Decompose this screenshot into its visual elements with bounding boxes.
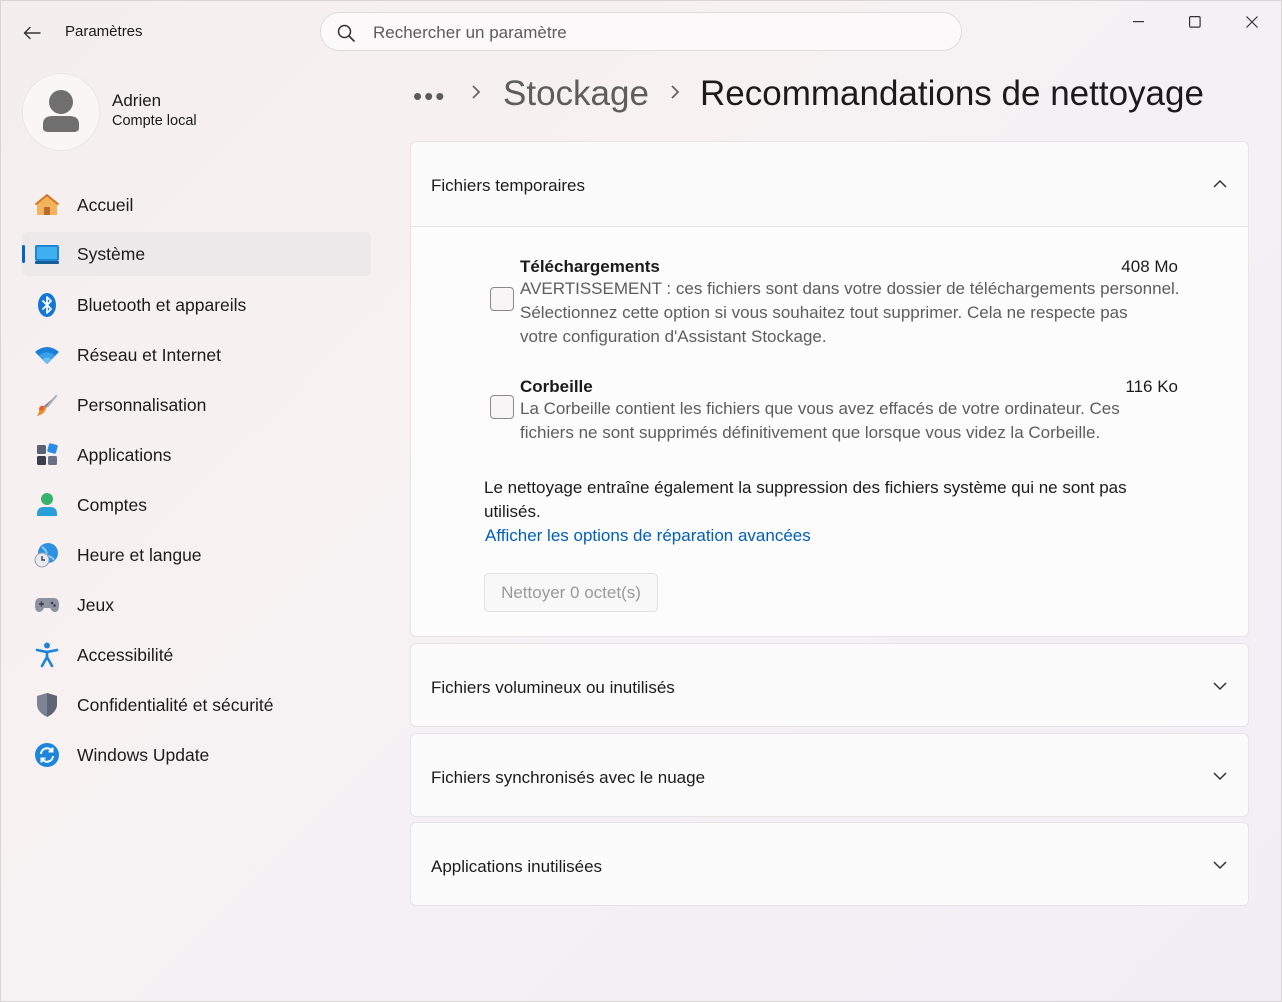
account-name: Adrien <box>112 91 162 110</box>
minimize-button[interactable] <box>1115 9 1163 35</box>
gamepad-icon <box>34 593 60 617</box>
back-arrow-icon <box>23 26 41 40</box>
search-icon <box>337 24 355 42</box>
page-title: Recommandations de nettoyage <box>700 74 1204 113</box>
clean-button[interactable]: Nettoyer 0 octet(s) <box>484 573 658 612</box>
description-line: AVERTISSEMENT : ces fichiers sont dans v… <box>520 279 1180 298</box>
sidebar-item-comptes[interactable]: Comptes <box>22 483 371 527</box>
sidebar-item-personnalisation[interactable]: Personnalisation <box>22 383 371 427</box>
settings-window: Paramètres Adrien Compte local Accueil <box>0 0 1282 1002</box>
sidebar-item-applications[interactable]: Applications <box>22 433 371 477</box>
downloads-checkbox[interactable] <box>490 287 514 311</box>
back-button[interactable] <box>15 19 49 47</box>
recycle-bin-checkbox[interactable] <box>490 395 514 419</box>
breadcrumb-chevron-icon <box>470 81 482 109</box>
temp-files-body: Téléchargements 408 Mo AVERTISSEMENT : c… <box>411 227 1248 636</box>
search-box[interactable] <box>320 12 962 52</box>
sidebar-item-label: Personnalisation <box>77 395 207 415</box>
cloud-files-panel[interactable]: Fichiers synchronisés avec le nuage <box>410 733 1249 817</box>
temp-files-panel: Fichiers temporaires Téléchargements 408… <box>410 141 1249 637</box>
sidebar-item-heure-langue[interactable]: Heure et langue <box>22 533 371 577</box>
sidebar-item-bluetooth[interactable]: Bluetooth et appareils <box>22 283 371 327</box>
advanced-repair-options-link[interactable]: Afficher les options de réparation avanc… <box>485 526 811 546</box>
sidebar-item-confidentialite[interactable]: Confidentialité et sécurité <box>22 683 371 727</box>
chevron-down-icon <box>1213 772 1227 781</box>
description-line: votre configuration d'Assistant Stockage… <box>520 327 827 346</box>
accessibility-icon <box>34 642 60 668</box>
system-icon <box>34 242 60 266</box>
sidebar-item-reseau[interactable]: Réseau et Internet <box>22 333 371 377</box>
panel-title: Fichiers synchronisés avec le nuage <box>431 768 706 787</box>
sidebar-item-jeux[interactable]: Jeux <box>22 583 371 627</box>
large-files-panel[interactable]: Fichiers volumineux ou inutilisés <box>410 643 1249 727</box>
maximize-button[interactable] <box>1171 9 1219 35</box>
sidebar-item-label: Accessibilité <box>77 645 174 665</box>
home-icon <box>34 193 60 217</box>
sidebar-item-label: Système <box>77 244 146 264</box>
search-input[interactable] <box>371 13 935 52</box>
active-indicator <box>22 245 25 263</box>
recycle-bin-title: Corbeille <box>520 377 593 396</box>
time-language-icon <box>34 543 60 568</box>
sidebar-item-label: Jeux <box>77 595 114 615</box>
panel-title: Applications inutilisées <box>431 857 603 876</box>
sidebar-item-label: Confidentialité et sécurité <box>77 695 274 715</box>
temp-files-header[interactable]: Fichiers temporaires <box>411 142 1248 226</box>
sidebar-item-systeme[interactable]: Système <box>22 232 371 276</box>
bluetooth-icon <box>34 293 60 317</box>
chevron-up-icon <box>1213 179 1227 188</box>
recycle-bin-description: La Corbeille contient les fichiers que v… <box>520 397 1200 445</box>
accounts-icon <box>34 493 60 517</box>
panel-title: Fichiers temporaires <box>431 176 585 195</box>
account-type: Compte local <box>112 113 197 129</box>
downloads-size: 408 Mo <box>1121 257 1178 276</box>
wifi-icon <box>34 343 60 367</box>
description-line: fichiers ne sont supprimés définitivemen… <box>520 423 1101 442</box>
downloads-description: AVERTISSEMENT : ces fichiers sont dans v… <box>520 277 1200 349</box>
downloads-title: Téléchargements <box>520 257 660 276</box>
cleanup-note: Le nettoyage entraîne également la suppr… <box>484 476 1184 524</box>
sidebar-item-label: Comptes <box>77 495 148 515</box>
chevron-down-icon <box>1213 861 1227 870</box>
close-icon <box>1246 16 1258 28</box>
sidebar-item-label: Bluetooth et appareils <box>77 295 247 315</box>
avatar[interactable] <box>22 73 100 151</box>
breadcrumb-more-button[interactable]: ••• <box>413 81 446 112</box>
apps-icon <box>34 443 60 467</box>
description-line: Sélectionnez cette option si vous souhai… <box>520 303 1128 322</box>
update-icon <box>34 743 60 767</box>
panel-title: Fichiers volumineux ou inutilisés <box>431 678 675 697</box>
description-line: La Corbeille contient les fichiers que v… <box>520 399 1120 418</box>
maximize-icon <box>1189 16 1201 28</box>
breadcrumb-chevron-icon <box>669 81 681 109</box>
sidebar-item-label: Windows Update <box>77 745 210 765</box>
sidebar-item-label: Applications <box>77 445 172 465</box>
sidebar-item-accueil[interactable]: Accueil <box>22 183 371 227</box>
sidebar-item-accessibilite[interactable]: Accessibilité <box>22 633 371 677</box>
app-title: Paramètres <box>65 23 143 40</box>
note-line: Le nettoyage entraîne également la suppr… <box>484 478 1127 497</box>
sidebar-item-label: Heure et langue <box>77 545 202 565</box>
user-icon <box>43 90 79 132</box>
close-button[interactable] <box>1228 9 1276 35</box>
sidebar-item-label: Réseau et Internet <box>77 345 221 365</box>
sidebar-item-windows-update[interactable]: Windows Update <box>22 733 371 777</box>
chevron-down-icon <box>1213 682 1227 691</box>
brush-icon <box>34 393 60 417</box>
unused-apps-panel[interactable]: Applications inutilisées <box>410 822 1249 906</box>
shield-icon <box>34 693 60 717</box>
recycle-bin-size: 116 Ko <box>1125 377 1178 396</box>
note-line: utilisés. <box>484 502 541 521</box>
sidebar-item-label: Accueil <box>77 195 134 215</box>
minimize-icon <box>1133 21 1144 23</box>
breadcrumb-stockage[interactable]: Stockage <box>503 74 649 114</box>
